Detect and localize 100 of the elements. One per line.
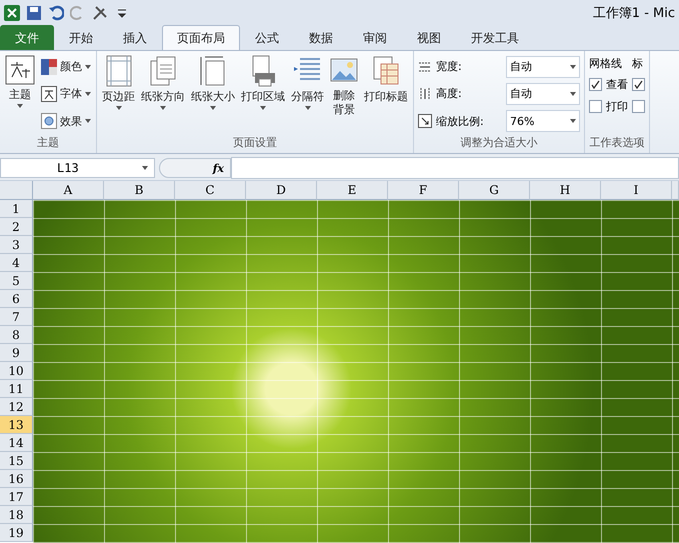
effects-icon [41, 113, 57, 130]
column-header[interactable]: I [601, 181, 672, 200]
checkbox[interactable] [589, 78, 602, 90]
page-setup-button[interactable]: 纸张大小 [190, 53, 236, 135]
caret-icon [210, 106, 216, 110]
column-header[interactable]: C [175, 181, 246, 200]
ribbon-tab[interactable]: 视图 [402, 25, 456, 50]
page-setup-button[interactable]: 页边距 [101, 53, 136, 135]
page-setup-button[interactable]: 分隔符 [290, 53, 325, 135]
row-header[interactable]: 7 [0, 308, 33, 326]
row-header[interactable]: 13 [0, 416, 33, 434]
undo-icon[interactable] [48, 4, 64, 20]
scale-field[interactable]: 自动 [506, 56, 580, 78]
orientation-icon [149, 55, 177, 87]
option-heading: 网格线 [589, 56, 623, 72]
color-palette-icon [41, 58, 57, 75]
column-header[interactable]: D [246, 181, 317, 200]
row-header[interactable]: 18 [0, 506, 33, 524]
row-header[interactable]: 3 [0, 236, 33, 254]
field-label: 高度: [436, 86, 463, 102]
zoom-scale-icon [418, 114, 432, 128]
paper-size-icon [199, 55, 227, 87]
caret-icon [116, 106, 122, 110]
checkbox[interactable] [589, 100, 602, 112]
caret-icon [304, 106, 310, 110]
field-label: 缩放比例: [436, 114, 485, 129]
group-title: 工作表选项 [589, 135, 645, 151]
page-setup-button[interactable]: 删除背景 [329, 53, 359, 135]
option-heading: 标 [632, 56, 644, 72]
checkbox[interactable] [632, 100, 645, 112]
file-tab[interactable]: 文件 [0, 25, 54, 50]
insert-function-button[interactable]: fx [159, 158, 231, 178]
font-icon [41, 86, 57, 102]
row-header[interactable]: 14 [0, 434, 33, 452]
row-header[interactable]: 8 [0, 326, 33, 344]
row-header[interactable]: 6 [0, 290, 33, 308]
name-box[interactable]: L13 [0, 158, 155, 178]
row-header[interactable]: 19 [0, 524, 33, 542]
row-header[interactable]: 16 [0, 470, 33, 488]
caret-icon [17, 104, 23, 108]
caret-icon [85, 119, 91, 124]
themes-icon [5, 55, 35, 85]
caret-icon [570, 64, 576, 69]
checkmark-icon [634, 80, 643, 88]
checkbox[interactable] [632, 78, 645, 90]
scale-field[interactable]: 自动 [506, 82, 580, 105]
theme-option-button[interactable]: 效果 [40, 112, 92, 130]
row-header[interactable]: 15 [0, 452, 33, 470]
row-header[interactable]: 17 [0, 488, 33, 506]
caret-icon [260, 106, 266, 110]
field-label: 宽度: [436, 59, 463, 74]
row-header[interactable]: 10 [0, 362, 33, 380]
row-header[interactable]: 5 [0, 272, 33, 290]
column-header[interactable]: E [317, 181, 388, 200]
page-setup-button[interactable]: 纸张方向 [140, 53, 186, 135]
caret-icon [85, 64, 91, 69]
row-header[interactable]: 11 [0, 380, 33, 398]
spreadsheet-app-icon [4, 4, 20, 20]
window-title: 工作簿1 - Mic [592, 4, 675, 22]
theme-option-button[interactable]: 字体 [40, 84, 92, 103]
page-setup-button[interactable]: 打印标题 [363, 53, 409, 135]
page-setup-button[interactable]: 打印区域 [240, 53, 286, 135]
margins-icon [104, 55, 132, 87]
caret-icon [570, 119, 576, 124]
checkbox-label: 查看 [606, 76, 628, 92]
checkbox-label: 打印 [606, 98, 628, 114]
height-icon [418, 86, 432, 101]
column-header[interactable]: H [530, 181, 601, 200]
row-header[interactable]: 1 [0, 200, 33, 218]
save-icon[interactable] [26, 4, 42, 20]
group-title: 调整为合适大小 [460, 135, 538, 151]
ribbon-tab[interactable]: 页面布局 [162, 25, 240, 50]
column-header[interactable]: G [459, 181, 530, 200]
column-header[interactable]: F [388, 181, 459, 200]
column-header[interactable]: B [104, 181, 175, 200]
print-titles-icon [372, 55, 400, 87]
checkmark-icon [591, 80, 600, 88]
theme-option-button[interactable]: 颜色 [40, 58, 92, 76]
themes-label: 主题 [9, 87, 31, 102]
ribbon-tab[interactable]: 审阅 [348, 25, 402, 50]
scale-field[interactable]: 76% [506, 110, 580, 132]
ribbon-tab[interactable]: 开发工具 [456, 25, 534, 50]
width-icon [418, 60, 432, 74]
ribbon-tab[interactable]: 数据 [294, 25, 348, 50]
group-title: 主题 [36, 135, 60, 151]
caret-icon [160, 106, 166, 110]
column-header[interactable]: A [33, 181, 104, 200]
caret-icon [142, 166, 148, 170]
ribbon-tab[interactable]: 开始 [54, 25, 108, 50]
row-header[interactable]: 9 [0, 344, 33, 362]
ribbon-tab[interactable]: 插入 [108, 25, 162, 50]
themes-button[interactable]: 主题 [4, 53, 36, 135]
row-header[interactable]: 2 [0, 218, 33, 236]
group-title: 页面设置 [232, 135, 278, 151]
formula-input[interactable] [231, 157, 679, 179]
row-header[interactable]: 4 [0, 254, 33, 272]
caret-icon [85, 92, 91, 96]
ribbon-tab[interactable]: 公式 [240, 25, 294, 50]
caret-icon [570, 92, 576, 96]
row-header[interactable]: 12 [0, 398, 33, 416]
